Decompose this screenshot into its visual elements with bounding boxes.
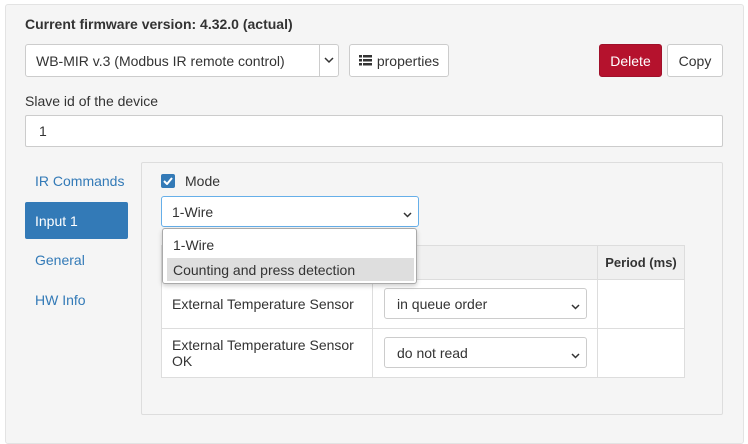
- list-icon: [358, 53, 372, 69]
- properties-label: properties: [376, 52, 440, 69]
- delete-button[interactable]: Delete: [599, 44, 662, 77]
- mode-select-value: 1-Wire: [172, 203, 214, 220]
- read-mode-select[interactable]: do not read: [384, 337, 587, 368]
- device-select-value: WB-MIR v.3 (Modbus IR remote control): [36, 52, 285, 69]
- table-row-period: [597, 279, 685, 329]
- table-row-name: External Temperature Sensor OK: [161, 328, 373, 378]
- table-row-name: External Temperature Sensor: [161, 279, 373, 329]
- firmware-version-title: Current firmware version: 4.32.0 (actual…: [25, 16, 293, 32]
- copy-button[interactable]: Copy: [667, 44, 723, 77]
- table-row-period: [597, 328, 685, 378]
- chevron-down-icon: [571, 347, 580, 363]
- properties-button[interactable]: properties: [349, 44, 449, 77]
- table-row-mode-cell: in queue order: [372, 279, 598, 329]
- check-icon: [163, 177, 173, 185]
- read-mode-value: in queue order: [397, 295, 488, 312]
- chevron-down-icon: [319, 45, 338, 76]
- mode-dropdown-menu: 1-Wire Counting and press detection: [162, 228, 417, 284]
- device-select[interactable]: WB-MIR v.3 (Modbus IR remote control): [25, 44, 339, 77]
- nav-item-general[interactable]: General: [25, 241, 128, 278]
- dropdown-option-counting[interactable]: Counting and press detection: [167, 258, 414, 281]
- read-mode-select[interactable]: in queue order: [384, 288, 587, 319]
- dropdown-option-1-wire[interactable]: 1-Wire: [167, 233, 414, 256]
- table-header-period: Period (ms): [597, 245, 685, 280]
- mode-checkbox[interactable]: [161, 174, 175, 188]
- nav-item-input-1[interactable]: Input 1: [25, 202, 128, 239]
- read-mode-value: do not read: [397, 344, 468, 361]
- chevron-down-icon: [403, 206, 412, 222]
- table-row-mode-cell: do not read: [372, 328, 598, 378]
- nav-item-hw-info[interactable]: HW Info: [25, 281, 128, 318]
- mode-select[interactable]: 1-Wire: [161, 196, 419, 227]
- nav-item-ir-commands[interactable]: IR Commands: [25, 162, 128, 199]
- mode-label: Mode: [185, 173, 221, 189]
- chevron-down-icon: [571, 298, 580, 314]
- slave-id-input[interactable]: 1: [25, 115, 723, 147]
- slave-id-label: Slave id of the device: [25, 93, 159, 109]
